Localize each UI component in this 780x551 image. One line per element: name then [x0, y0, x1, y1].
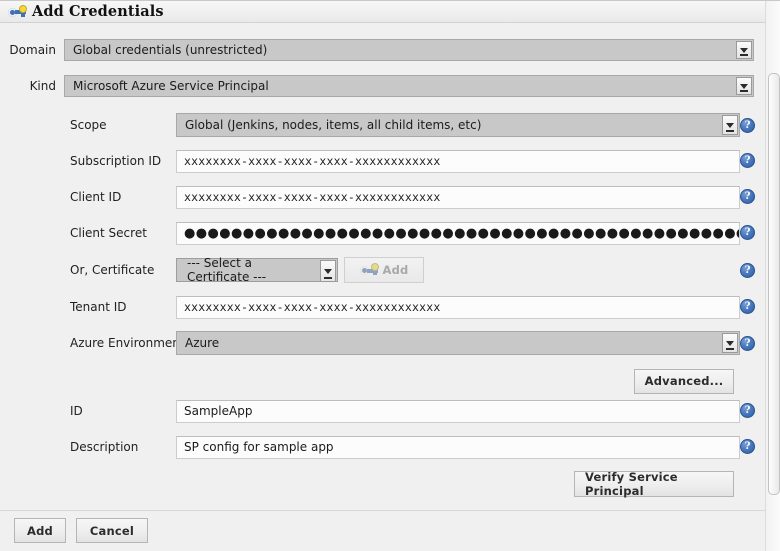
add-button[interactable]: Add [14, 518, 66, 543]
add-credentials-dialog: Add Credentials Domain Global credential… [0, 0, 780, 551]
tenant-id-input[interactable]: xxxxxxxx-xxxx-xxxx-xxxx-xxxxxxxxxxxx [176, 295, 740, 319]
description-row: Description SP config for sample app ? [0, 435, 766, 459]
domain-row: Domain Global credentials (unrestricted) [0, 37, 766, 63]
chevron-down-icon[interactable] [736, 77, 752, 95]
certificate-label: Or, Certificate [70, 263, 155, 277]
service-principal-form: Scope Global (Jenkins, nodes, items, all… [0, 101, 766, 511]
add-certificate-button[interactable]: Add [344, 257, 424, 283]
help-icon[interactable]: ? [740, 153, 755, 168]
certificate-select-value: --- Select a Certificate --- [187, 256, 267, 284]
help-icon[interactable]: ? [740, 403, 755, 418]
scope-select[interactable]: Global (Jenkins, nodes, items, all child… [176, 113, 740, 137]
chevron-down-icon[interactable] [722, 115, 738, 135]
verify-service-principal-button[interactable]: Verify Service Principal [574, 470, 734, 498]
page-title: Add Credentials [32, 3, 164, 20]
kind-select-value: Microsoft Azure Service Principal [73, 79, 269, 93]
client-secret-row: Client Secret ●●●●●●●●●●●●●●●●●●●●●●●●●●… [0, 221, 766, 245]
chevron-down-icon[interactable] [722, 333, 738, 353]
tenant-id-row: Tenant ID xxxxxxxx-xxxx-xxxx-xxxx-xxxxxx… [0, 295, 766, 319]
azure-environment-label: Azure Environment [70, 336, 185, 350]
scrollbar-thumb[interactable] [768, 73, 780, 495]
chevron-down-icon[interactable] [320, 260, 336, 282]
add-certificate-label: Add [382, 263, 409, 277]
domain-select[interactable]: Global credentials (unrestricted) [64, 39, 754, 61]
kind-row: Kind Microsoft Azure Service Principal [0, 73, 766, 99]
key-icon [359, 263, 379, 277]
domain-select-value: Global credentials (unrestricted) [73, 43, 268, 57]
help-icon[interactable]: ? [740, 118, 755, 133]
chevron-down-icon[interactable] [736, 41, 752, 59]
description-input[interactable]: SP config for sample app [176, 435, 740, 459]
subscription-id-label: Subscription ID [70, 154, 162, 168]
help-icon[interactable]: ? [740, 336, 755, 351]
client-secret-label: Client Secret [70, 226, 147, 240]
subscription-id-row: Subscription ID xxxxxxxx-xxxx-xxxx-xxxx-… [0, 149, 766, 173]
client-id-row: Client ID xxxxxxxx-xxxx-xxxx-xxxx-xxxxxx… [0, 185, 766, 209]
cancel-button[interactable]: Cancel [76, 518, 148, 543]
scope-label: Scope [70, 118, 107, 132]
id-label: ID [70, 404, 83, 418]
verify-row: Verify Service Principal [0, 470, 766, 498]
help-icon[interactable]: ? [740, 263, 755, 278]
scope-select-value: Global (Jenkins, nodes, items, all child… [185, 118, 482, 132]
azure-environment-row: Azure Environment Azure ? [0, 331, 766, 355]
client-id-label: Client ID [70, 190, 122, 204]
description-label: Description [70, 440, 139, 454]
certificate-row: Or, Certificate --- Select a Certificate… [0, 256, 766, 284]
help-icon[interactable]: ? [740, 225, 755, 240]
dialog-footer: Add Cancel [0, 510, 766, 550]
key-icon [8, 4, 27, 19]
id-row: ID SampleApp ? [0, 399, 766, 423]
advanced-button[interactable]: Advanced... [634, 368, 734, 394]
client-id-input[interactable]: xxxxxxxx-xxxx-xxxx-xxxx-xxxxxxxxxxxx [176, 185, 740, 209]
id-input[interactable]: SampleApp [176, 399, 740, 423]
domain-label: Domain [9, 43, 56, 57]
kind-select[interactable]: Microsoft Azure Service Principal [64, 75, 754, 97]
kind-label: Kind [29, 79, 56, 93]
help-icon[interactable]: ? [740, 189, 755, 204]
help-icon[interactable]: ? [740, 299, 755, 314]
certificate-select[interactable]: --- Select a Certificate --- [176, 256, 338, 284]
tenant-id-label: Tenant ID [70, 300, 127, 314]
subscription-id-input[interactable]: xxxxxxxx-xxxx-xxxx-xxxx-xxxxxxxxxxxx [176, 149, 740, 173]
azure-environment-value: Azure [185, 336, 220, 350]
scope-row: Scope Global (Jenkins, nodes, items, all… [0, 113, 766, 137]
vertical-scrollbar[interactable] [765, 1, 780, 551]
dialog-header: Add Credentials [0, 1, 766, 23]
advanced-row: Advanced... [0, 368, 766, 394]
help-icon[interactable]: ? [740, 439, 755, 454]
azure-environment-select[interactable]: Azure [176, 331, 740, 355]
client-secret-input[interactable]: ●●●●●●●●●●●●●●●●●●●●●●●●●●●●●●●●●●●●●●●●… [176, 221, 740, 245]
